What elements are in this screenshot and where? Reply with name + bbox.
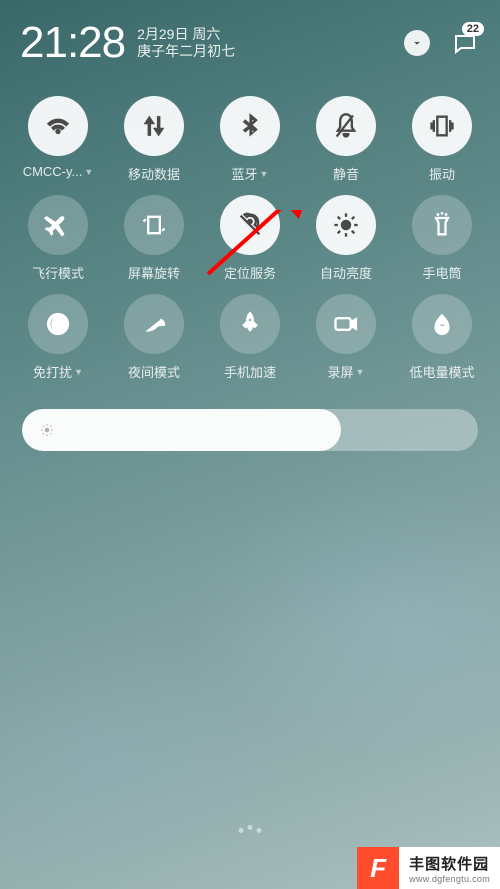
brightness-slider-fill — [22, 409, 341, 451]
tile-battery-saver[interactable]: 低电量模式 — [394, 294, 490, 381]
tile-label: 飞行模式 — [32, 263, 84, 282]
tile-label: 屏幕旋转 — [128, 263, 180, 282]
tile-location[interactable]: 定位服务 — [202, 195, 298, 282]
tile-rotation[interactable]: 屏幕旋转 — [106, 195, 202, 282]
tile-label: 蓝牙 — [232, 164, 258, 183]
tile-wifi[interactable]: CMCC-y...▼ — [10, 96, 106, 183]
brightness-slider[interactable] — [22, 409, 478, 451]
tile-label: 移动数据 — [128, 164, 180, 183]
tile-label: 静音 — [333, 164, 359, 183]
panel-drag-handle[interactable] — [239, 828, 262, 833]
watermark-url: www.dgfengtu.com — [409, 874, 490, 884]
vibrate-icon — [412, 96, 472, 156]
tile-mute[interactable]: 静音 — [298, 96, 394, 183]
chevron-down-icon: ▼ — [260, 169, 269, 179]
tile-night-mode[interactable]: 夜间模式 — [106, 294, 202, 381]
tile-label: 定位服务 — [224, 263, 276, 282]
location-icon — [220, 195, 280, 255]
tile-label: 低电量模式 — [409, 362, 474, 381]
tile-boost[interactable]: 手机加速 — [202, 294, 298, 381]
tile-label: 录屏 — [328, 362, 354, 381]
mute-icon — [316, 96, 376, 156]
date-line-2: 庚子年二月初七 — [137, 43, 235, 61]
tile-auto-brightness[interactable]: 自动亮度 — [298, 195, 394, 282]
chevron-down-icon: ▼ — [84, 167, 93, 177]
notification-badge: 22 — [462, 22, 484, 36]
wifi-icon — [28, 96, 88, 156]
rocket-icon — [220, 294, 280, 354]
tile-label: 免打扰 — [33, 362, 72, 381]
tile-label: 振动 — [429, 164, 455, 183]
messages-button[interactable]: 22 — [450, 30, 480, 56]
tile-bluetooth[interactable]: 蓝牙▼ — [202, 96, 298, 183]
tile-flashlight[interactable]: 手电筒 — [394, 195, 490, 282]
tile-label: 手机加速 — [224, 362, 276, 381]
chevron-down-icon: ▼ — [356, 367, 365, 377]
chevron-down-icon: ▼ — [74, 367, 83, 377]
tile-screen-record[interactable]: 录屏▼ — [298, 294, 394, 381]
chevron-down-icon — [410, 36, 424, 50]
record-icon — [316, 294, 376, 354]
tile-vibrate[interactable]: 振动 — [394, 96, 490, 183]
flashlight-icon — [412, 195, 472, 255]
tile-mobile-data[interactable]: 移动数据 — [106, 96, 202, 183]
tile-label: CMCC-y... — [23, 164, 83, 179]
bluetooth-icon — [220, 96, 280, 156]
tile-dnd[interactable]: 免打扰▼ — [10, 294, 106, 381]
night-icon — [124, 294, 184, 354]
tile-label: 自动亮度 — [320, 263, 372, 282]
tile-airplane[interactable]: 飞行模式 — [10, 195, 106, 282]
tile-label: 手电筒 — [422, 263, 461, 282]
brightness-slider-container — [0, 381, 500, 451]
brightness-icon — [316, 195, 376, 255]
date-line-1: 2月29日 周六 — [137, 26, 235, 44]
rotation-lock-icon — [124, 195, 184, 255]
battery-saver-icon — [412, 294, 472, 354]
airplane-icon — [28, 195, 88, 255]
expand-button[interactable] — [404, 30, 430, 56]
watermark: F 丰图软件园 www.dgfengtu.com — [357, 847, 500, 889]
dnd-icon — [28, 294, 88, 354]
data-icon — [124, 96, 184, 156]
watermark-logo: F — [357, 847, 399, 889]
quick-settings-grid: CMCC-y...▼ 移动数据 蓝牙▼ 静音 振动 飞行模式 屏 — [0, 76, 500, 381]
date-block: 2月29日 周六 庚子年二月初七 — [137, 26, 235, 61]
status-bar: 21:28 2月29日 周六 庚子年二月初七 22 — [0, 0, 500, 76]
tile-label: 夜间模式 — [128, 362, 180, 381]
watermark-title: 丰图软件园 — [409, 853, 490, 874]
clock-time: 21:28 — [20, 18, 125, 68]
sun-icon — [38, 421, 56, 439]
